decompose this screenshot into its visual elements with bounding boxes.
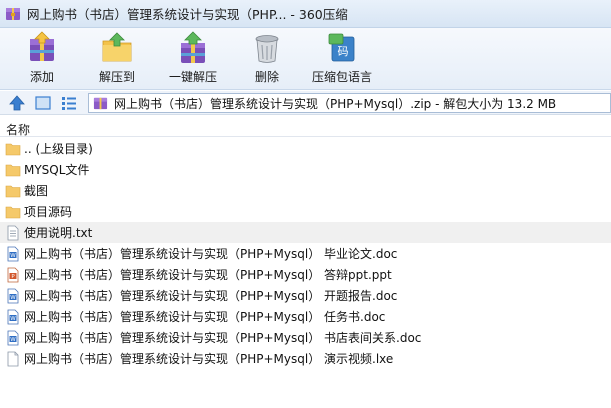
one-click-extract-button[interactable]: 一键解压 xyxy=(165,28,221,88)
svg-text:W: W xyxy=(10,337,16,343)
list-item-file[interactable]: W 网上购书（书店）管理系统设计与实现（PHP+Mysql） 开题报告.doc xyxy=(0,285,611,306)
word-document-icon: W xyxy=(7,309,19,324)
svg-text:W: W xyxy=(10,253,16,259)
list-item-name: 截图 xyxy=(24,184,49,198)
list-item-name: 网上购书（书店）管理系统设计与实现（PHP+Mysql） 开题报告.doc xyxy=(24,289,398,303)
list-item-name: .. (上级目录) xyxy=(24,142,93,156)
svg-text:码: 码 xyxy=(338,45,349,58)
svg-text:W: W xyxy=(10,295,16,301)
list-item-file[interactable]: W 网上购书（书店）管理系统设计与实现（PHP+Mysql） 毕业论文.doc xyxy=(0,243,611,264)
title-bar: 网上购书（书店）管理系统设计与实现（PHP... - 360压缩 xyxy=(0,0,611,28)
zip-file-icon xyxy=(93,97,108,109)
list-item-name: 网上购书（书店）管理系统设计与实现（PHP+Mysql） 书店表间关系.doc xyxy=(24,331,422,345)
word-document-icon: W xyxy=(7,330,19,345)
one-click-extract-label: 一键解压 xyxy=(168,70,217,84)
list-header: 名称 xyxy=(0,119,611,137)
address-bar: 网上购书（书店）管理系统设计与实现（PHP+Mysql）.zip - 解包大小为… xyxy=(0,91,611,115)
list-item-name: MYSQL文件 xyxy=(24,163,90,177)
folder-icon xyxy=(5,185,21,197)
one-click-extract-icon xyxy=(181,31,205,63)
list-item-folder[interactable]: 截图 xyxy=(0,180,611,201)
list-item-file[interactable]: W 网上购书（书店）管理系统设计与实现（PHP+Mysql） 任务书.doc xyxy=(0,306,611,327)
folder-icon xyxy=(5,143,21,155)
extract-to-icon xyxy=(102,32,132,62)
archive-language-label: 压缩包语言 xyxy=(311,70,372,84)
list-view-icon[interactable] xyxy=(60,94,78,112)
list-item-file[interactable]: 使用说明.txt xyxy=(0,222,611,243)
file-list: .. (上级目录) MYSQL文件 截图 项目源码 使用说明.txt W 网上购… xyxy=(0,138,611,369)
list-item-folder[interactable]: MYSQL文件 xyxy=(0,159,611,180)
list-item-parent-dir[interactable]: .. (上级目录) xyxy=(0,138,611,159)
folder-icon xyxy=(5,164,21,176)
column-name-header[interactable]: 名称 xyxy=(6,121,30,138)
list-item-file[interactable]: 网上购书（书店）管理系统设计与实现（PHP+Mysql） 演示视频.lxe xyxy=(0,348,611,369)
up-arrow-icon[interactable] xyxy=(8,94,26,112)
delete-button[interactable]: 删除 xyxy=(247,28,287,88)
delete-label: 删除 xyxy=(254,70,279,84)
list-item-folder[interactable]: 项目源码 xyxy=(0,201,611,222)
toolbar: 添加 解压到 一键解压 删除 码 压缩包语言 xyxy=(0,28,611,90)
add-archive-icon xyxy=(30,31,54,61)
list-item-name: 网上购书（书店）管理系统设计与实现（PHP+Mysql） 毕业论文.doc xyxy=(24,247,398,261)
trash-icon xyxy=(255,35,279,63)
list-item-name: 网上购书（书店）管理系统设计与实现（PHP+Mysql） 任务书.doc xyxy=(24,310,386,324)
archive-language-icon: 码 xyxy=(328,33,355,62)
path-field[interactable]: 网上购书（书店）管理系统设计与实现（PHP+Mysql）.zip - 解包大小为… xyxy=(88,93,611,113)
list-item-name: 网上购书（书店）管理系统设计与实现（PHP+Mysql） 演示视频.lxe xyxy=(24,352,394,366)
archive-path: 网上购书（书店）管理系统设计与实现（PHP+Mysql）.zip - 解包大小为… xyxy=(114,96,557,111)
window-title: 网上购书（书店）管理系统设计与实现（PHP... - 360压缩 xyxy=(27,7,348,22)
list-item-name: 项目源码 xyxy=(24,205,73,219)
add-button[interactable]: 添加 xyxy=(22,28,62,88)
word-document-icon: W xyxy=(7,246,19,261)
text-file-icon xyxy=(7,225,19,240)
zip-archive-icon xyxy=(6,7,20,20)
large-icon-view-icon[interactable] xyxy=(34,94,52,112)
list-item-name: 使用说明.txt xyxy=(24,226,93,240)
generic-file-icon xyxy=(7,351,19,366)
folder-icon xyxy=(5,206,21,218)
archive-language-button[interactable]: 码 压缩包语言 xyxy=(310,28,374,88)
list-item-file[interactable]: W 网上购书（书店）管理系统设计与实现（PHP+Mysql） 书店表间关系.do… xyxy=(0,327,611,348)
list-item-name: 网上购书（书店）管理系统设计与实现（PHP+Mysql） 答辩ppt.ppt xyxy=(24,268,392,282)
powerpoint-document-icon: P xyxy=(7,267,19,282)
word-document-icon: W xyxy=(7,288,19,303)
extract-to-button[interactable]: 解压到 xyxy=(92,28,142,88)
svg-text:W: W xyxy=(10,316,16,322)
add-label: 添加 xyxy=(29,70,54,84)
extract-to-label: 解压到 xyxy=(98,70,135,84)
list-item-file[interactable]: P 网上购书（书店）管理系统设计与实现（PHP+Mysql） 答辩ppt.ppt xyxy=(0,264,611,285)
